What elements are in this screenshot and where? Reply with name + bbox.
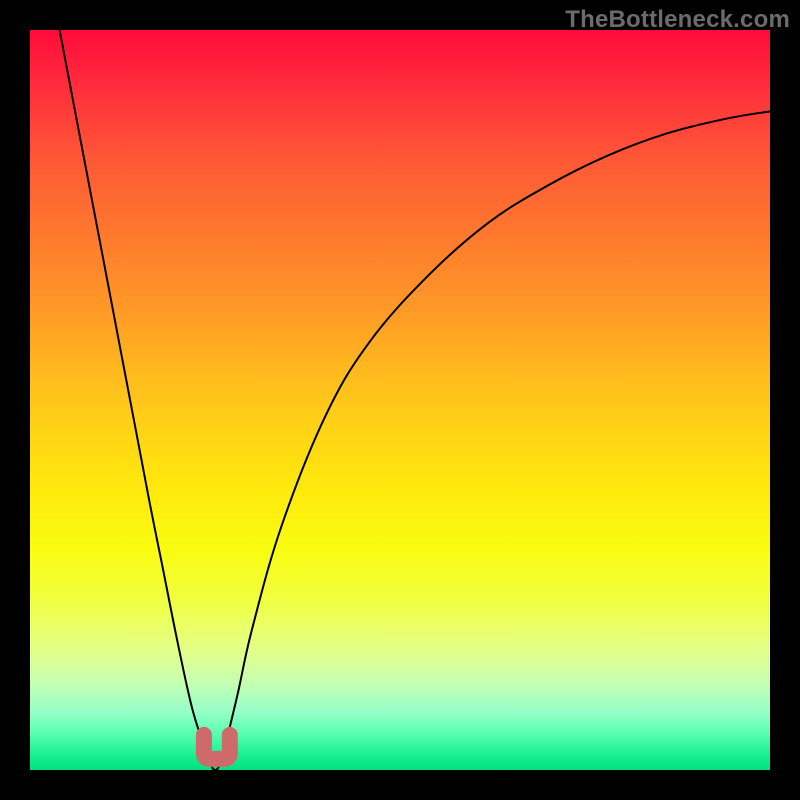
minimum-highlight <box>204 735 230 759</box>
curve-layer <box>30 30 770 770</box>
bottleneck-curve <box>60 30 770 770</box>
plot-area <box>30 30 770 770</box>
chart-frame: TheBottleneck.com <box>0 0 800 800</box>
